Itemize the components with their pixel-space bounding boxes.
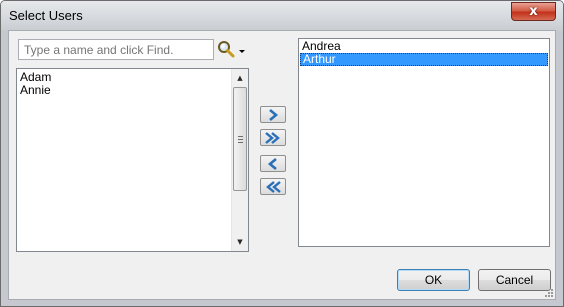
double-chevron-right-icon: [265, 131, 280, 144]
add-user-button[interactable]: [260, 106, 286, 123]
cancel-button[interactable]: Cancel: [478, 269, 551, 291]
selected-user-item[interactable]: Arthur: [300, 53, 548, 66]
remove-user-button[interactable]: [260, 155, 286, 172]
close-button[interactable]: x: [511, 2, 556, 21]
scroll-up-arrow-icon[interactable]: ▲: [232, 70, 248, 86]
resize-grip-icon[interactable]: [543, 287, 554, 298]
dropdown-arrow-icon[interactable]: [238, 40, 246, 60]
chevron-right-icon: [269, 108, 279, 121]
selected-users-list[interactable]: Andrea Arthur: [298, 38, 550, 247]
search-input[interactable]: [18, 39, 214, 60]
available-users-items: Adam Annie: [18, 71, 230, 97]
find-button[interactable]: [216, 39, 250, 60]
grip-icon: [238, 136, 243, 143]
close-icon: x: [529, 4, 538, 19]
chevron-left-icon: [267, 157, 277, 170]
available-user-item[interactable]: Annie: [18, 84, 230, 97]
scrollbar-thumb[interactable]: [233, 87, 247, 191]
available-users-list[interactable]: Adam Annie ▲ ▼: [16, 68, 249, 252]
selected-user-item[interactable]: Andrea: [300, 40, 548, 53]
scroll-down-arrow-icon[interactable]: ▼: [232, 234, 248, 250]
title-bar[interactable]: Select Users x: [1, 1, 563, 31]
add-all-users-button[interactable]: [260, 129, 286, 146]
double-chevron-left-icon: [266, 180, 281, 193]
window-title: Select Users: [9, 8, 83, 23]
ok-button[interactable]: OK: [397, 269, 470, 291]
selected-users-items: Andrea Arthur: [300, 40, 548, 66]
vertical-scrollbar[interactable]: ▲ ▼: [231, 69, 248, 251]
remove-all-users-button[interactable]: [260, 178, 286, 195]
select-users-dialog: Select Users x AdamAnnie ▲ ▼: [0, 0, 564, 307]
magnifier-icon: [218, 40, 235, 57]
dialog-body: AdamAnnie ▲ ▼: [8, 30, 556, 300]
